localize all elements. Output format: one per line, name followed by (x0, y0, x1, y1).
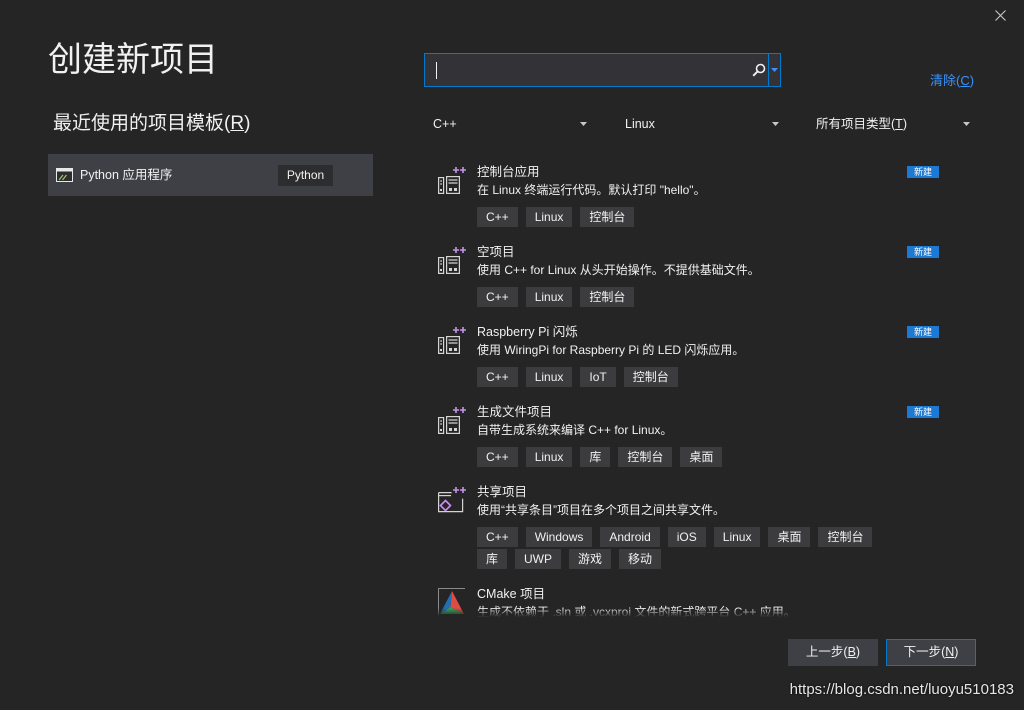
template-tag: C++ (477, 527, 518, 547)
template-title: 共享项目 (477, 485, 528, 499)
back-button[interactable]: 上一步(B) (788, 639, 878, 666)
platform-filter[interactable]: Linux (616, 112, 786, 136)
template-item[interactable]: Raspberry Pi 闪烁使用 WiringPi for Raspberry… (437, 323, 941, 403)
close-button[interactable] (993, 8, 1008, 23)
template-tag: Android (600, 527, 660, 547)
template-title: Raspberry Pi 闪烁 (477, 325, 578, 339)
template-tags: C++ Linux 控制台 (477, 207, 907, 227)
recent-item-python-app[interactable]: Python 应用程序 Python (48, 154, 373, 196)
search-icon (752, 63, 766, 77)
page-title: 创建新项目 (48, 41, 218, 79)
template-title: 空项目 (477, 245, 515, 259)
watermark: https://blog.csdn.net/luoyu510183 (789, 681, 1014, 698)
template-tag: Linux (525, 367, 573, 387)
chevron-down-icon (963, 122, 970, 126)
window-app-icon (56, 168, 73, 182)
new-badge: 新建 (907, 326, 939, 338)
template-tag: IoT (580, 367, 616, 387)
template-item[interactable]: 空项目使用 C++ for Linux 从头开始操作。不提供基础文件。 C++ Li… (437, 243, 941, 323)
template-description: 使用 WiringPi for Raspberry Pi 的 LED 闪烁应用。 (477, 343, 745, 357)
template-search-box[interactable] (424, 53, 781, 87)
template-tags: C++ Linux IoT 控制台 (477, 367, 907, 387)
new-badge: 新建 (907, 246, 939, 258)
language-tag: Python (278, 165, 333, 186)
shared-project-icon (437, 485, 467, 515)
template-tag: Linux (525, 207, 573, 227)
template-tag: 库 (580, 447, 611, 467)
template-tags: C++ Linux 库控制台 桌面 (477, 447, 907, 467)
template-item[interactable]: 控制台应用在 Linux 终端运行代码。默认打印 "hello"。 C++ Linu… (437, 163, 941, 243)
recent-item-label: Python 应用程序 (80, 168, 173, 182)
new-badge: 新建 (907, 166, 939, 178)
chevron-down-icon (580, 122, 587, 126)
template-item[interactable]: 共享项目使用“共享条目”项目在多个项目之间共享文件。 C++ Windows Andr… (437, 483, 941, 585)
template-description: 使用 C++ for Linux 从头开始操作。不提供基础文件。 (477, 263, 760, 277)
project-template-list: 控制台应用在 Linux 终端运行代码。默认打印 "hello"。 C++ Linu… (437, 163, 941, 617)
search-button[interactable] (750, 54, 768, 86)
linux-console-icon (437, 405, 467, 435)
close-icon (995, 10, 1006, 21)
access-key: T (895, 117, 903, 131)
template-description: 使用“共享条目”项目在多个项目之间共享文件。 (477, 503, 725, 517)
template-tags: C++ Linux 控制台 (477, 287, 907, 307)
access-key: R (230, 113, 245, 134)
chevron-down-icon (771, 68, 778, 72)
platform-filter-value: Linux (625, 117, 655, 131)
chevron-down-icon (772, 122, 779, 126)
recent-templates-list: Python 应用程序 Python (48, 154, 373, 196)
recent-templates-heading: 最近使用的项目模板(R) (53, 113, 251, 134)
template-tag: 游戏 (569, 549, 612, 569)
language-filter[interactable]: C++ (424, 112, 594, 136)
template-tag: 桌面 (768, 527, 811, 547)
template-item[interactable]: 生成文件项目自带生成系统来编译 C++ for Linux。 C++ Linux 库控… (437, 403, 941, 483)
template-tag: 移动 (619, 549, 662, 569)
template-title: 控制台应用 (477, 165, 540, 179)
project-type-filter-value: 所有项目类型(T) (816, 117, 907, 131)
template-tag: C++ (477, 207, 518, 227)
template-item[interactable]: CMake 项目生成不依赖于 .sln 或 .vcxproj 文件的新式跨平台 … (437, 585, 941, 617)
linux-console-icon (437, 165, 467, 195)
template-tag: C++ (477, 287, 518, 307)
template-tag: 控制台 (618, 447, 673, 467)
template-tags: C++ Windows Android iOS Linux 桌面 控制台库 UWP 游戏 移动 (477, 527, 907, 569)
new-badge: 新建 (907, 406, 939, 418)
template-tag: 控制台 (623, 367, 678, 387)
text-caret (436, 62, 437, 79)
linux-console-icon (437, 245, 467, 275)
project-type-filter[interactable]: 所有项目类型(T) (807, 112, 977, 136)
access-key: N (945, 645, 955, 659)
template-description: 在 Linux 终端运行代码。默认打印 "hello"。 (477, 183, 706, 197)
template-title: 生成文件项目 (477, 405, 553, 419)
template-tag: 桌面 (680, 447, 723, 467)
template-tag: UWP (515, 549, 562, 569)
linux-console-icon (437, 325, 467, 355)
template-tag: 控制台 (580, 207, 635, 227)
template-tag: Windows (525, 527, 593, 547)
cmake-icon (437, 587, 467, 617)
template-description: 生成不依赖于 .sln 或 .vcxproj 文件的新式跨平台 C++ 应用。 (477, 605, 796, 617)
template-tag: C++ (477, 447, 518, 467)
template-tag: iOS (667, 527, 706, 547)
template-tag: 控制台 (580, 287, 635, 307)
template-tag: Linux (525, 287, 573, 307)
access-key: C (960, 73, 970, 88)
template-tag: 库 (477, 549, 508, 569)
search-history-dropdown[interactable] (768, 54, 780, 86)
template-tag: Linux (525, 447, 573, 467)
access-key: B (847, 645, 856, 659)
template-tag: C++ (477, 367, 518, 387)
template-description: 自带生成系统来编译 C++ for Linux。 (477, 423, 673, 437)
template-title: CMake 项目 (477, 587, 546, 601)
template-tag: Linux (713, 527, 761, 547)
language-filter-value: C++ (433, 117, 457, 131)
template-tag: 控制台 (818, 527, 873, 547)
clear-filters-link[interactable]: 清除(C) (930, 72, 974, 89)
next-button[interactable]: 下一步(N) (886, 639, 976, 666)
search-input[interactable] (433, 54, 745, 86)
